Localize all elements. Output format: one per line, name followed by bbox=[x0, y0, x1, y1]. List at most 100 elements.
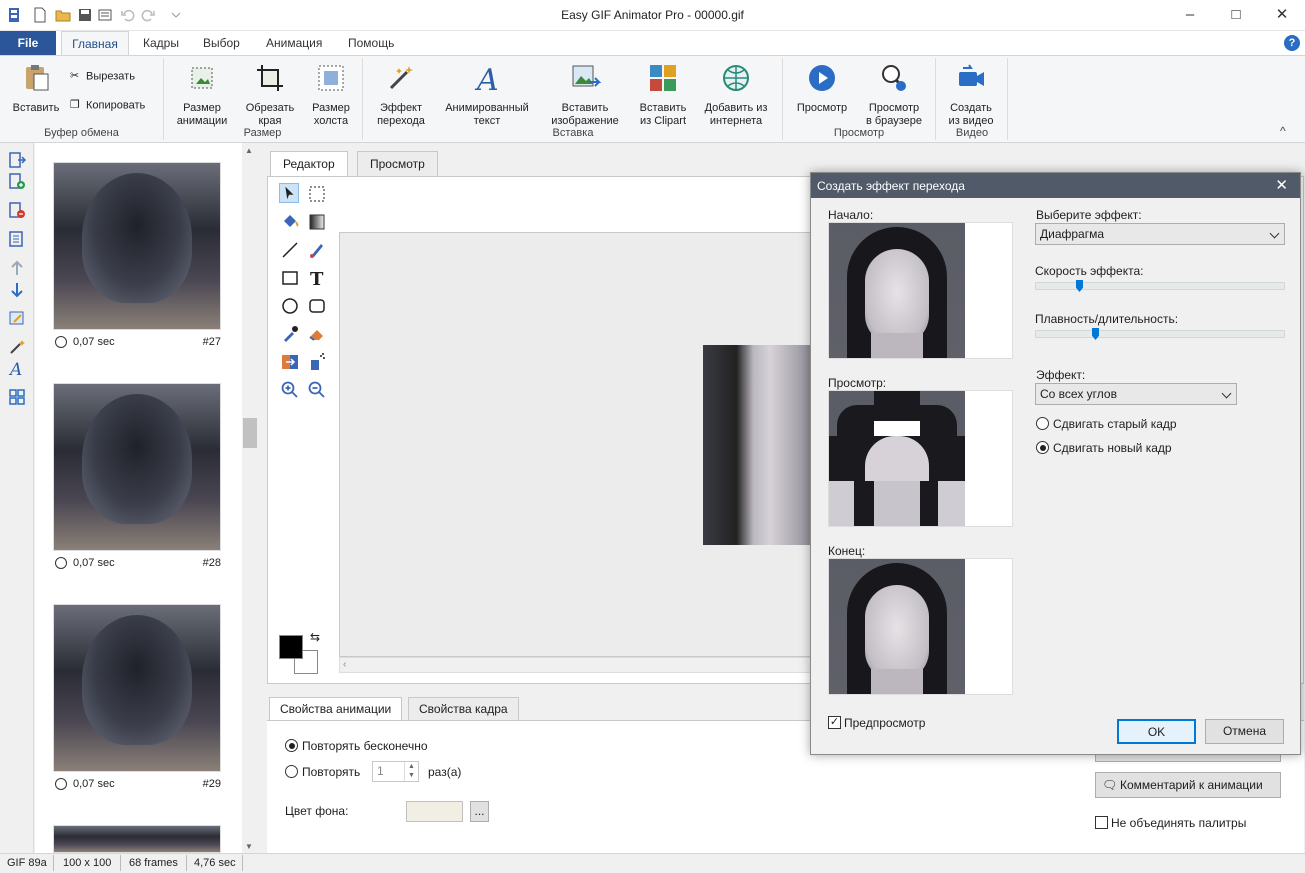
scrollbar-thumb[interactable] bbox=[243, 418, 257, 448]
resize-animation-button[interactable]: Размер анимации bbox=[170, 62, 234, 128]
import-icon[interactable] bbox=[280, 352, 300, 372]
create-from-video-button[interactable]: Создать из видео bbox=[942, 62, 1000, 128]
minimize-button[interactable]: – bbox=[1167, 0, 1213, 31]
smooth-slider[interactable] bbox=[1035, 330, 1285, 338]
tab-select[interactable]: Выбор bbox=[203, 36, 240, 50]
paste-button[interactable]: Вставить bbox=[10, 62, 62, 115]
frame-info: 0,07 sec #27 bbox=[53, 335, 221, 351]
zoom-in-icon[interactable] bbox=[280, 380, 300, 400]
rect-select-icon[interactable] bbox=[307, 184, 327, 204]
status-separator bbox=[120, 855, 121, 871]
cancel-button[interactable]: Отмена bbox=[1205, 719, 1284, 744]
loop-count-stepper[interactable]: ▲ ▼ bbox=[404, 762, 418, 781]
line-icon[interactable] bbox=[280, 240, 300, 260]
zoom-out-icon[interactable] bbox=[307, 380, 327, 400]
select-arrow-icon[interactable] bbox=[279, 183, 299, 203]
globe-icon bbox=[723, 65, 749, 91]
tab-home[interactable]: Главная bbox=[61, 31, 129, 56]
eraser-icon[interactable] bbox=[307, 324, 327, 344]
frame-list-scrollbar[interactable] bbox=[242, 143, 259, 853]
insert-image-button[interactable]: Вставить изображение bbox=[544, 62, 626, 128]
ribbon-separator bbox=[935, 58, 936, 140]
arrow-down-icon[interactable] bbox=[8, 281, 26, 299]
magic-wand-icon[interactable] bbox=[8, 338, 26, 356]
close-button[interactable]: ✕ bbox=[1259, 0, 1305, 31]
add-frame-icon[interactable] bbox=[8, 172, 26, 190]
eyedropper-icon[interactable] bbox=[280, 324, 300, 344]
speed-label: Скорость эффекта: bbox=[1035, 264, 1144, 278]
text-a-icon[interactable]: A bbox=[8, 359, 26, 377]
window-title: Easy GIF Animator Pro - 00000.gif bbox=[561, 8, 744, 22]
gradient-icon[interactable] bbox=[307, 212, 327, 232]
insert-clipart-button[interactable]: Вставить из Clipart bbox=[634, 62, 692, 128]
tab-animation-properties[interactable]: Свойства анимации bbox=[269, 697, 403, 722]
delete-frame-icon[interactable] bbox=[8, 201, 26, 219]
tab-frames[interactable]: Кадры bbox=[143, 36, 179, 50]
direction-select[interactable]: Со всех углов bbox=[1035, 383, 1237, 405]
no-merge-palettes-checkbox[interactable] bbox=[1095, 816, 1108, 829]
frame-list[interactable]: 0,07 sec #27 0,07 sec #28 0,07 sec #29 bbox=[35, 143, 242, 853]
ribbon-separator bbox=[782, 58, 783, 140]
add-from-internet-button[interactable]: Добавить из интернета bbox=[698, 62, 774, 128]
loop-n-label: Повторять bbox=[302, 765, 361, 779]
maximize-button[interactable]: □ bbox=[1213, 0, 1259, 31]
scroll-up-icon[interactable]: ▲ bbox=[245, 146, 253, 155]
frame-thumbnail[interactable] bbox=[53, 825, 221, 853]
animation-comment-button[interactable]: 🗨 Комментарий к анимации bbox=[1095, 772, 1281, 798]
loop-n-radio[interactable] bbox=[285, 765, 298, 778]
arrow-up-icon[interactable] bbox=[8, 259, 26, 277]
text-tool-icon[interactable]: T bbox=[307, 268, 327, 290]
canvas-size-button[interactable]: Размер холста bbox=[305, 62, 357, 128]
scroll-down-icon[interactable]: ▼ bbox=[245, 842, 253, 851]
copy-button[interactable]: ❐ Копировать bbox=[70, 99, 160, 112]
swap-colors-icon[interactable]: ⇆ bbox=[310, 630, 320, 644]
fill-bucket-icon[interactable] bbox=[280, 212, 300, 232]
frame-thumbnail[interactable] bbox=[53, 162, 221, 330]
bg-color-browse-button[interactable]: ... bbox=[470, 801, 489, 822]
ok-button[interactable]: OK bbox=[1117, 719, 1196, 744]
help-icon[interactable]: ? bbox=[1284, 35, 1300, 51]
loop-forever-radio[interactable] bbox=[285, 739, 298, 752]
preview-in-browser-button[interactable]: Просмотр в браузере bbox=[860, 62, 928, 128]
animated-text-label-1: Анимированный bbox=[445, 102, 529, 114]
effect-select[interactable]: Диафрагма bbox=[1035, 223, 1285, 245]
bg-color-swatch[interactable] bbox=[406, 801, 463, 822]
shift-old-radio[interactable] bbox=[1036, 417, 1049, 430]
insert-image-icon bbox=[572, 65, 602, 87]
speed-slider[interactable] bbox=[1035, 282, 1285, 290]
ellipse-icon[interactable] bbox=[280, 296, 300, 316]
frame-thumbnail[interactable] bbox=[53, 604, 221, 772]
canvas-h-scrollbar[interactable] bbox=[339, 657, 814, 673]
tab-help[interactable]: Помощь bbox=[348, 36, 394, 50]
preview-checkbox[interactable]: ✓ bbox=[828, 716, 841, 729]
cut-button[interactable]: ✂ Вырезать bbox=[70, 70, 150, 83]
brush-icon[interactable] bbox=[307, 240, 327, 260]
dialog-close-icon[interactable]: ✕ bbox=[1275, 176, 1288, 194]
rounded-rect-icon[interactable] bbox=[307, 296, 327, 316]
rectangle-icon[interactable] bbox=[280, 268, 300, 288]
spray-icon[interactable] bbox=[307, 352, 327, 372]
edit-frame-icon[interactable] bbox=[8, 309, 26, 327]
clock-icon bbox=[55, 778, 67, 790]
crop-button[interactable]: Обрезать края bbox=[240, 62, 300, 128]
preview-button[interactable]: Просмотр bbox=[790, 62, 854, 115]
collapse-ribbon-icon[interactable]: ^ bbox=[1280, 124, 1286, 138]
foreground-color-swatch[interactable] bbox=[279, 635, 303, 659]
tab-animation[interactable]: Анимация bbox=[266, 36, 322, 50]
transition-effect-button[interactable]: Эффект перехода bbox=[368, 62, 434, 128]
insert-frame-icon[interactable] bbox=[8, 151, 26, 169]
tab-preview[interactable]: Просмотр bbox=[357, 151, 438, 176]
tab-editor[interactable]: Редактор bbox=[270, 151, 348, 177]
animated-text-button[interactable]: A Анимированный текст bbox=[438, 62, 536, 128]
cut-label: Вырезать bbox=[86, 70, 135, 83]
grid-icon[interactable] bbox=[8, 388, 26, 406]
frame-thumbnail[interactable] bbox=[53, 383, 221, 551]
shift-new-label: Сдвигать новый кадр bbox=[1053, 441, 1172, 455]
tab-file[interactable]: File bbox=[0, 31, 56, 55]
duplicate-frame-icon[interactable] bbox=[8, 230, 26, 248]
shift-new-radio[interactable] bbox=[1036, 441, 1049, 454]
canvas-image[interactable] bbox=[703, 345, 815, 545]
scroll-left-icon[interactable]: ‹ bbox=[343, 659, 346, 670]
svg-text:T: T bbox=[310, 269, 324, 288]
tab-frame-properties[interactable]: Свойства кадра bbox=[408, 697, 519, 721]
